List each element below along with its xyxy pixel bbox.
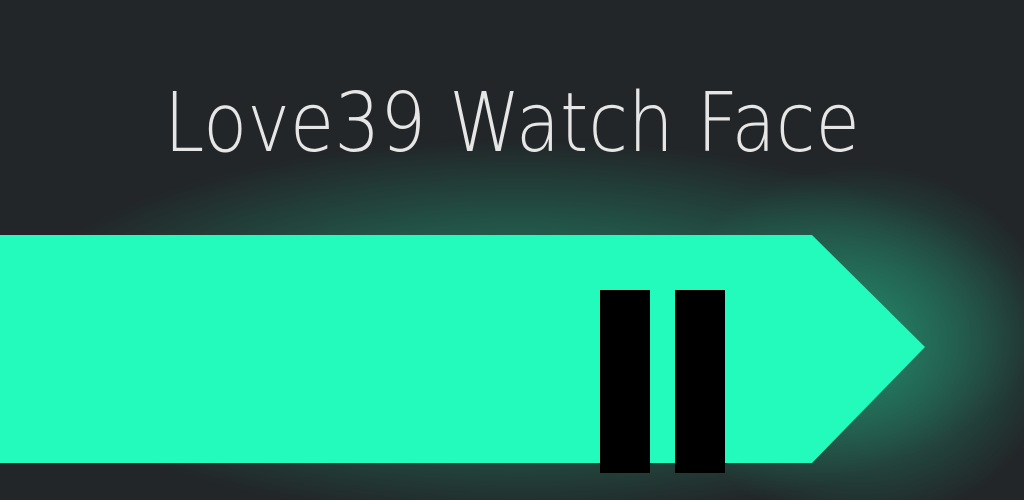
- arrow-graphic: [0, 235, 925, 473]
- promo-banner: Love39 Watch Face: [0, 0, 1024, 500]
- arrow-shape: [0, 235, 925, 463]
- pause-bar-left: [600, 290, 650, 473]
- pause-bar-right: [675, 290, 725, 473]
